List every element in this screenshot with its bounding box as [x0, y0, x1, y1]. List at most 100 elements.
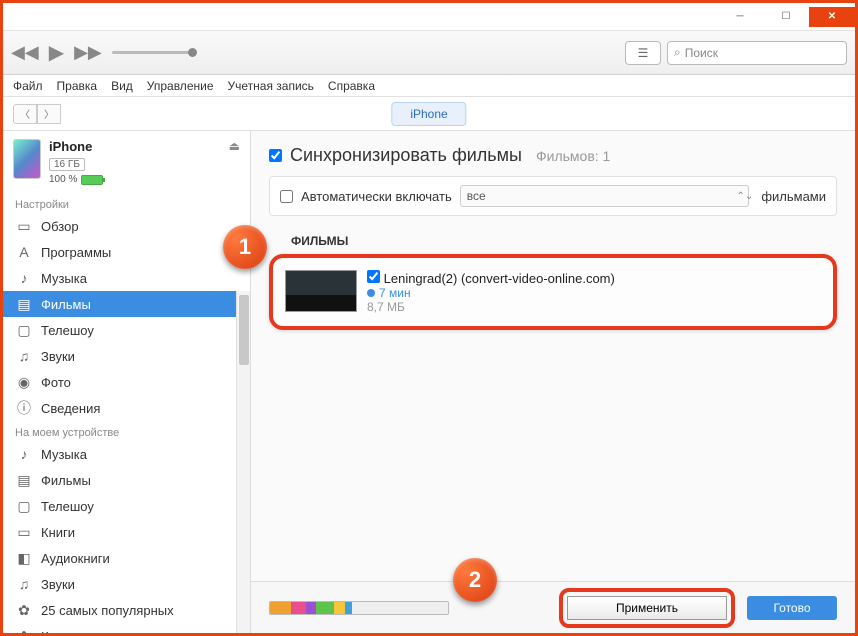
sidebar-item-label: Аудиокниги — [41, 551, 110, 566]
device-name: iPhone — [49, 139, 221, 154]
sidebar-od-tones[interactable]: ♫ Звуки — [3, 571, 250, 597]
smartlist-icon: ✿ — [15, 602, 33, 619]
auto-include-label: Автоматически включать — [301, 189, 452, 204]
tv-icon: ▢ — [15, 498, 33, 515]
annotation-marker-2: 2 — [453, 558, 497, 602]
sidebar-item-tones[interactable]: ♫Звуки — [3, 343, 250, 369]
film-item[interactable]: Leningrad(2) (convert-video-online.com) … — [285, 270, 821, 314]
tones-icon: ♫ — [15, 348, 33, 364]
search-placeholder: Поиск — [685, 46, 718, 60]
storage-bar — [269, 601, 449, 615]
film-checkbox[interactable] — [367, 270, 380, 283]
auto-include-checkbox[interactable] — [280, 190, 293, 203]
next-icon[interactable]: ▶▶ — [74, 42, 102, 63]
player-toolbar: ◀◀ ▶ ▶▶ ☰ ⌕ Поиск — [3, 31, 855, 75]
annotation-marker-1: 1 — [223, 225, 267, 269]
nav-back-button[interactable]: 〈 — [13, 104, 37, 124]
nav-forward-button[interactable]: 〉 — [37, 104, 61, 124]
info-icon: ⓘ — [15, 398, 33, 418]
apply-highlight-box: Применить — [559, 588, 735, 628]
music-icon: ♪ — [15, 446, 33, 462]
apps-icon: A — [15, 244, 33, 260]
device-header: iPhone 16 ГБ 100 % ⏏ — [3, 131, 250, 193]
device-thumb-icon — [13, 139, 41, 179]
play-icon[interactable]: ▶ — [49, 40, 64, 65]
sidebar-item-label: Телешоу — [41, 499, 94, 514]
maximize-button[interactable]: ☐ — [763, 7, 809, 27]
menu-controls[interactable]: Управление — [147, 79, 214, 93]
settings-section-label: Настройки — [3, 193, 250, 213]
volume-slider[interactable] — [112, 51, 192, 54]
menu-file[interactable]: Файл — [13, 79, 43, 93]
sidebar-item-photos[interactable]: ◉ Фото — [3, 369, 250, 395]
ondevice-section-label: На моем устройстве — [3, 421, 250, 441]
menu-edit[interactable]: Правка — [57, 79, 98, 93]
unwatched-dot-icon — [367, 289, 375, 297]
sidebar-item-label: Обзор — [41, 219, 79, 234]
menu-account[interactable]: Учетная запись — [228, 79, 314, 93]
search-input[interactable]: ⌕ Поиск — [667, 41, 847, 65]
apply-button[interactable]: Применить — [567, 596, 727, 620]
film-duration: 7 мин — [379, 286, 411, 300]
sidebar-item-tvshows[interactable]: ▢Телешоу — [3, 317, 250, 343]
film-size: 8,7 МБ — [367, 300, 615, 314]
film-title-text: Leningrad(2) (convert-video-online.com) — [384, 271, 615, 286]
sidebar-od-books[interactable]: ▭Книги — [3, 519, 250, 545]
sidebar-item-label: Музыка — [41, 271, 87, 286]
sidebar-item-films[interactable]: ▤Фильмы — [3, 291, 250, 317]
tones-icon: ♫ — [15, 576, 33, 592]
done-button[interactable]: Готово — [747, 596, 837, 620]
sidebar-scrollbar[interactable] — [236, 291, 250, 633]
music-icon: ♪ — [15, 270, 33, 286]
auto-include-select[interactable]: все — [460, 185, 749, 207]
smartlist-icon: ✿ — [15, 628, 33, 634]
battery-icon — [81, 175, 103, 185]
photo-icon: ◉ — [15, 374, 33, 391]
film-thumbnail — [285, 270, 357, 312]
overview-icon: ▭ — [15, 218, 33, 235]
sidebar-od-tvshows[interactable]: ▢ Телешоу — [3, 493, 250, 519]
minimize-button[interactable]: ─ — [717, 7, 763, 27]
menubar: Файл Правка Вид Управление Учетная запис… — [3, 75, 855, 97]
tv-icon: ▢ — [15, 322, 33, 339]
sidebar-item-label: Программы — [41, 245, 111, 260]
sidebar-od-audiobooks[interactable]: ◧ Аудиокниги — [3, 545, 250, 571]
sidebar-item-label: Фильмы — [41, 473, 91, 488]
films-section-header: ФИЛЬМЫ — [251, 226, 855, 254]
sidebar-item-label: Книги — [41, 525, 75, 540]
sidebar-od-films[interactable]: ▤ Фильмы — [3, 467, 250, 493]
eject-icon[interactable]: ⏏ — [229, 139, 240, 153]
menu-help[interactable]: Справка — [328, 79, 375, 93]
search-icon: ⌕ — [674, 45, 681, 60]
sidebar-item-label: 25 самых популярных — [41, 603, 174, 618]
sidebar-item-label: Фото — [41, 375, 71, 390]
sync-title: Синхронизировать фильмы — [290, 145, 522, 166]
sidebar-item-label: Сведения — [41, 401, 100, 416]
sidebar-item-apps[interactable]: A Программы — [3, 239, 250, 265]
sidebar-item-music[interactable]: ♪ Музыка — [3, 265, 250, 291]
menu-view[interactable]: Вид — [111, 79, 133, 93]
device-tab[interactable]: iPhone — [391, 102, 466, 126]
sidebar-item-overview[interactable]: ▭ Обзор — [3, 213, 250, 239]
sidebar: iPhone 16 ГБ 100 % ⏏ Настройки ▭ Обзор AП… — [3, 131, 251, 633]
prev-icon[interactable]: ◀◀ — [11, 42, 39, 63]
battery-percent: 100 % — [49, 174, 77, 185]
list-icon: ☰ — [638, 46, 649, 60]
audiobook-icon: ◧ — [15, 550, 33, 567]
nav-row: 〈 〉 iPhone — [3, 97, 855, 131]
film-icon: ▤ — [15, 296, 33, 313]
titlebar: ─ ☐ ✕ — [3, 3, 855, 31]
main-panel: Синхронизировать фильмы Фильмов: 1 Автом… — [251, 131, 855, 633]
list-view-button[interactable]: ☰ — [625, 41, 661, 65]
sidebar-item-label: Музыка — [41, 447, 87, 462]
sync-films-checkbox[interactable] — [269, 149, 282, 162]
sync-count: Фильмов: 1 — [536, 148, 610, 164]
sidebar-od-top25[interactable]: ✿ 25 самых популярных — [3, 597, 250, 623]
sidebar-od-classical[interactable]: ✿ Классическая музыка — [3, 623, 250, 633]
film-icon: ▤ — [15, 472, 33, 489]
sidebar-od-music[interactable]: ♪ Музыка — [3, 441, 250, 467]
sidebar-item-label: Звуки — [41, 577, 75, 592]
sidebar-item-label: Классическая музыка — [41, 629, 172, 634]
close-button[interactable]: ✕ — [809, 7, 855, 27]
sidebar-item-info[interactable]: ⓘ Сведения — [3, 395, 250, 421]
